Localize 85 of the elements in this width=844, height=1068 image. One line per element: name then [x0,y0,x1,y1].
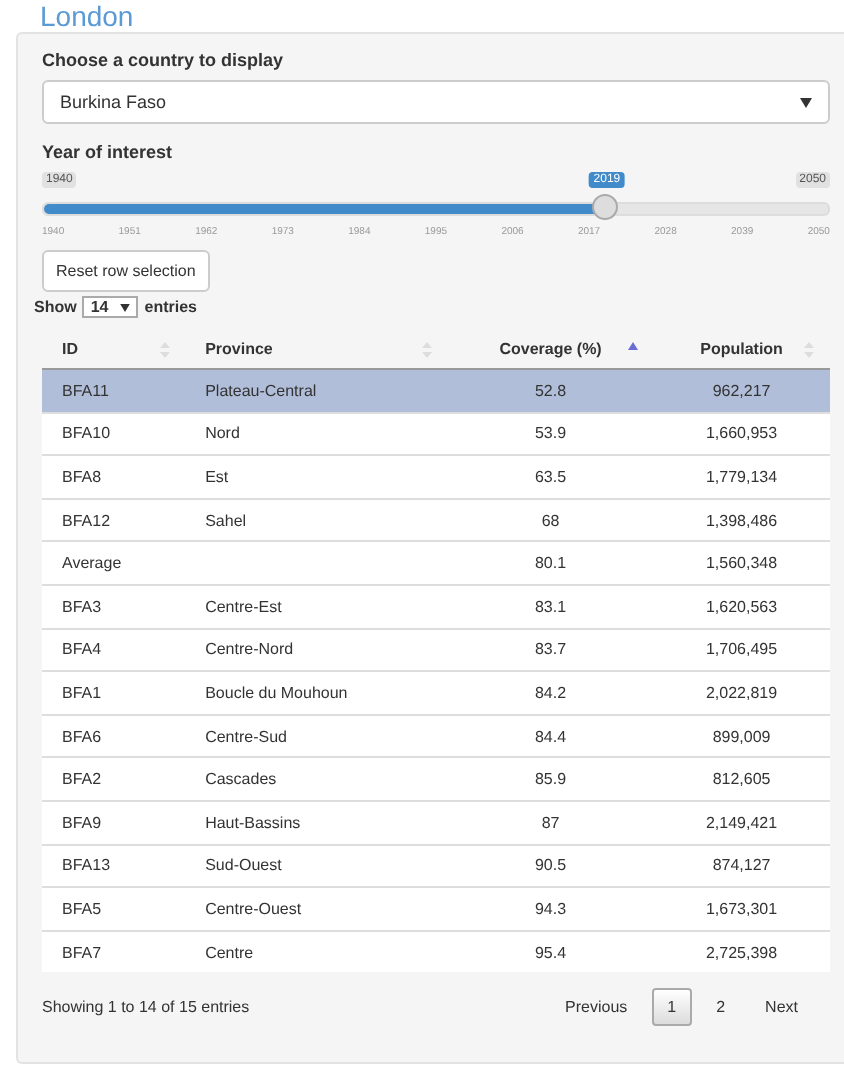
table-cell: 52.8 [534,381,567,400]
table-cell: BFA4 [62,640,102,659]
table-row[interactable]: BFA4 Centre-Nord 83.7 1,706,495 [42,628,830,672]
table-row[interactable]: BFA10 Nord 53.9 1,660,953 [42,412,830,456]
table-cell: 87 [541,813,560,832]
table-cell: BFA10 [62,424,111,443]
table-cell: 2,022,819 [705,683,778,702]
table-cell: 84.2 [534,683,567,702]
table-cell: 1,620,563 [705,597,778,616]
table-row[interactable]: BFA7 Centre 95.4 2,725,398 [42,930,830,973]
table-cell: BFA2 [62,770,102,789]
table-cell: BFA6 [62,727,102,746]
table-cell: 2,149,421 [705,813,778,832]
table-cell: BFA12 [62,511,111,530]
slider-handle[interactable] [592,194,619,220]
table-cell: 812,605 [712,770,771,789]
table-cell: 1,706,495 [705,640,778,659]
table-cell: 1,660,953 [705,424,778,443]
table-row[interactable]: BFA5 Centre-Ouest 94.3 1,673,301 [42,887,830,931]
caret-icon [800,97,812,107]
table-cell: 94.3 [534,899,567,918]
table-cell: BFA7 [62,943,102,962]
table-row[interactable]: BFA11 Plateau-Central 52.8 962,217 [42,369,830,413]
table-cell: 2,725,398 [705,943,778,962]
table-row[interactable]: BFA9 Haut-Bassins 87 2,149,421 [42,800,830,845]
table-cell: Est [205,467,229,486]
table-cell: Nord [205,424,240,443]
table-row[interactable]: BFA13 Sud-Ouest 90.5 874,127 [42,844,830,888]
table-cell: 85.9 [534,770,567,789]
table-row[interactable]: BFA6 Centre-Sud 84.4 899,009 [42,714,830,758]
field-label: Choose a country to display [42,50,286,70]
table-cell: 1,398,486 [705,511,778,530]
table-cell: Sahel [205,511,247,530]
reset-button[interactable]: Reset row selection [42,250,210,292]
table-row[interactable]: BFA3 Centre-Est 83.1 1,620,563 [42,584,830,629]
table-cell: 90.5 [534,856,567,875]
table-cell: BFA1 [62,683,102,702]
table-cell: 1,779,134 [705,467,778,486]
table-cell: Centre-Sud [205,727,287,746]
table-cell: 899,009 [712,727,771,746]
table-cell: 84.4 [534,727,567,746]
show-label: Show [34,298,77,316]
page-link[interactable]: 1 [651,988,693,1027]
table-cell: Sud-Ouest [205,856,282,875]
table-cell: 1,560,348 [705,554,778,573]
table-row[interactable]: Average 80.1 1,560,348 [42,541,830,585]
table-cell: Cascades [205,770,277,789]
table-cell: 63.5 [534,467,567,486]
table-cell: 1,673,301 [705,899,778,918]
table-cell: Centre-Nord [205,640,294,659]
table-cell: 68 [541,511,560,530]
table-cell: 80.1 [534,554,567,573]
table-cell: 95.4 [534,943,567,962]
table-cell: BFA9 [62,813,102,832]
table-row[interactable]: BFA12 Sahel 68 1,398,486 [42,498,830,542]
table-cell: BFA3 [62,597,102,616]
table-cell: BFA8 [62,467,102,486]
table-row[interactable]: BFA1 Boucle du Mouhoun 84.2 2,022,819 [42,671,830,715]
field-label: Year of interest [42,142,175,162]
table-cell: Centre [205,943,254,962]
entries-label: entries [144,298,197,316]
page-link[interactable]: Next [749,988,814,1027]
table-cell: 83.7 [534,640,567,659]
table-cell: BFA11 [62,381,109,400]
table-info: Showing 1 to 14 of 15 entries [42,998,250,1017]
page-link[interactable]: Previous [549,988,644,1027]
table-cell: Average [62,554,122,573]
table-cell: Haut-Bassins [205,813,301,832]
entries-select[interactable]: 14 [82,296,139,318]
table-cell: 962,217 [712,381,771,400]
table-cell: BFA13 [62,856,111,875]
table-row[interactable]: BFA8 Est 63.5 1,779,134 [42,455,830,499]
table-cell: Centre-Est [205,597,282,616]
table-cell: Boucle du Mouhoun [205,683,348,702]
caret-icon [120,303,131,311]
page-heading: London [40,0,134,32]
table-cell: Plateau-Central [205,381,317,400]
table-cell: BFA5 [62,899,102,918]
page-link[interactable]: 2 [700,988,742,1027]
table-row[interactable]: BFA2 Cascades 85.9 812,605 [42,757,830,801]
table-cell: 874,127 [712,856,771,875]
country-select[interactable]: Burkina Faso [42,80,830,124]
table-cell: 83.1 [534,597,567,616]
table-cell: Centre-Ouest [205,899,302,918]
table-cell: 53.9 [534,424,567,443]
